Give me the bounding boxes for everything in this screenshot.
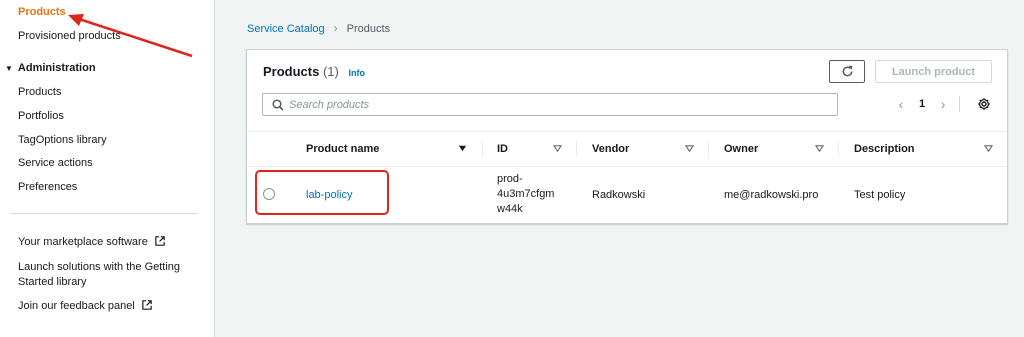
gear-icon[interactable] [977,97,991,111]
info-link[interactable]: Info [348,68,365,78]
vendor-cell: Radkowski [592,189,646,201]
sidebar-divider [10,213,198,214]
launch-product-button[interactable]: Launch product [875,60,992,83]
sidebar-item-products[interactable]: Products [18,6,66,18]
search-field [262,93,838,116]
administration-section[interactable]: ▼ Administration [5,62,96,74]
sort-icon[interactable] [815,144,824,153]
column-header-id[interactable]: ID [497,132,508,166]
external-link-icon [142,300,152,310]
sidebar-item-service-actions[interactable]: Service actions [18,157,93,169]
description-cell: Test policy [854,189,906,201]
current-page-number[interactable]: 1 [919,98,925,110]
column-separator [838,141,839,157]
search-input[interactable] [289,96,829,113]
row-select-radio[interactable] [263,188,275,200]
column-separator [482,141,483,157]
product-id-line: w44k [497,203,523,215]
sidebar-item-admin-products[interactable]: Products [18,86,61,98]
sidebar-item-tagoptions-library[interactable]: TagOptions library [18,134,107,146]
product-name-link[interactable]: lab-policy [306,189,352,201]
table-header: Product name ID Vendor Owner Description [247,131,1007,167]
sort-icon[interactable] [984,144,993,153]
marketplace-software-label: Your marketplace software [18,236,148,248]
next-page-icon[interactable]: › [937,96,949,112]
product-count: (1) [322,64,339,79]
refresh-button[interactable] [829,60,865,83]
breadcrumb: Service Catalog › Products [247,21,390,35]
pagination: ‹ 1 › [895,96,961,112]
feedback-panel-link[interactable]: Join our feedback panel [18,300,152,312]
refresh-icon [842,65,852,77]
product-id-line: 4u3m7cfgm [497,188,555,200]
breadcrumb-service-catalog[interactable]: Service Catalog [247,23,325,35]
owner-cell: me@radkowski.pro [724,189,819,201]
product-id-line: prod- [497,173,523,185]
sidebar-item-provisioned-products[interactable]: Provisioned products [18,30,121,42]
marketplace-software-link[interactable]: Your marketplace software [18,236,165,248]
panel-title: Products (1) Info [263,64,365,79]
getting-started-label-line2: Started library [18,276,87,288]
previous-page-icon[interactable]: ‹ [895,96,907,112]
sidebar-item-portfolios[interactable]: Portfolios [18,110,64,122]
chevron-right-icon: › [333,21,338,35]
sort-icon[interactable] [685,144,694,153]
sidebar-item-preferences[interactable]: Preferences [18,181,77,193]
column-header-description[interactable]: Description [854,132,915,166]
sort-icon[interactable] [553,144,562,153]
product-id-cell: prod- 4u3m7cfgm w44k [497,172,554,217]
column-header-product-name[interactable]: Product name [306,132,379,166]
panel-title-text: Products [263,64,320,79]
column-separator [708,141,709,157]
getting-started-link[interactable]: Launch solutions with the Getting Started… [18,261,180,288]
sort-descending-icon[interactable] [458,144,467,153]
products-panel: Products (1) Info Launch product ‹ 1 › P… [246,49,1008,224]
column-header-owner[interactable]: Owner [724,132,758,166]
search-icon [272,99,284,111]
caret-down-icon: ▼ [5,64,13,73]
administration-label: Administration [17,62,96,74]
breadcrumb-current: Products [346,23,391,35]
getting-started-label-line1: Launch solutions with the Getting [18,261,181,273]
external-link-icon [155,236,165,246]
column-separator [576,141,577,157]
feedback-panel-label: Join our feedback panel [18,300,135,312]
pager-separator [959,96,961,112]
column-header-vendor[interactable]: Vendor [592,132,629,166]
sidebar-nav: Products Provisioned products ▼ Administr… [0,0,215,337]
